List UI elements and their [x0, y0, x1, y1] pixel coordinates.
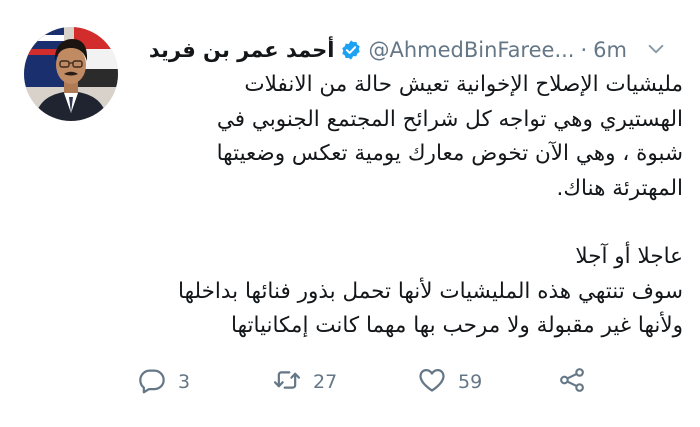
- reply-count: 3: [178, 371, 191, 393]
- retweet-icon: [273, 366, 301, 399]
- like-button[interactable]: 59: [418, 366, 482, 399]
- tweet-paragraph: مليشيات الإصلاح الإخوانية تعيش حالة من ا…: [140, 68, 683, 206]
- tweet-line: سوف تنتهي هذه المليشيات لأنها تحمل بذور …: [178, 278, 683, 304]
- like-count: 59: [458, 371, 483, 393]
- tweet-meta: أحمد عمر بن فريد @AhmedBinFaree... · 6m: [149, 34, 627, 66]
- tweet-line: عاجلا أو آجلا: [575, 244, 683, 269]
- meta-separator: ·: [580, 38, 588, 62]
- display-name[interactable]: أحمد عمر بن فريد: [149, 38, 335, 62]
- tweet-paragraph: عاجلا أو آجلا سوف تنتهي هذه المليشيات لأ…: [140, 240, 683, 344]
- avatar[interactable]: [24, 27, 118, 121]
- reply-icon: [138, 366, 166, 399]
- tweet-timestamp[interactable]: 6m: [593, 38, 627, 62]
- tweet-actions: 3 27 59: [138, 360, 598, 404]
- tweet-text: مليشيات الإصلاح الإخوانية تعيش حالة من ا…: [140, 68, 683, 344]
- retweet-button[interactable]: 27: [273, 366, 337, 399]
- tweet-header: أحمد عمر بن فريد @AhmedBinFaree... · 6m: [140, 34, 685, 66]
- share-button[interactable]: [558, 366, 586, 399]
- reply-button[interactable]: 3: [138, 366, 190, 399]
- tweet-line: شبوة ، وهي الآن تخوض معارك يومية تعكس وض…: [216, 141, 683, 166]
- verified-badge-icon: [340, 39, 362, 61]
- retweet-count: 27: [313, 371, 338, 393]
- tweet-line: المهترئة هناك.: [556, 175, 684, 201]
- tweet-card[interactable]: أحمد عمر بن فريد @AhmedBinFaree... · 6m …: [0, 0, 700, 427]
- tweet-line: الهستيري وهي تواجه كل شرائح المجتمع الجن…: [216, 106, 683, 132]
- share-icon: [558, 366, 586, 399]
- tweet-line: مليشيات الإصلاح الإخوانية تعيش حالة من ا…: [244, 72, 683, 97]
- heart-icon: [418, 366, 446, 399]
- chevron-down-icon[interactable]: [643, 36, 669, 62]
- user-handle[interactable]: @AhmedBinFaree...: [368, 38, 574, 62]
- tweet-line: ولأنها غير مقبولة ولا مرحب بها مهما كانت…: [231, 313, 683, 338]
